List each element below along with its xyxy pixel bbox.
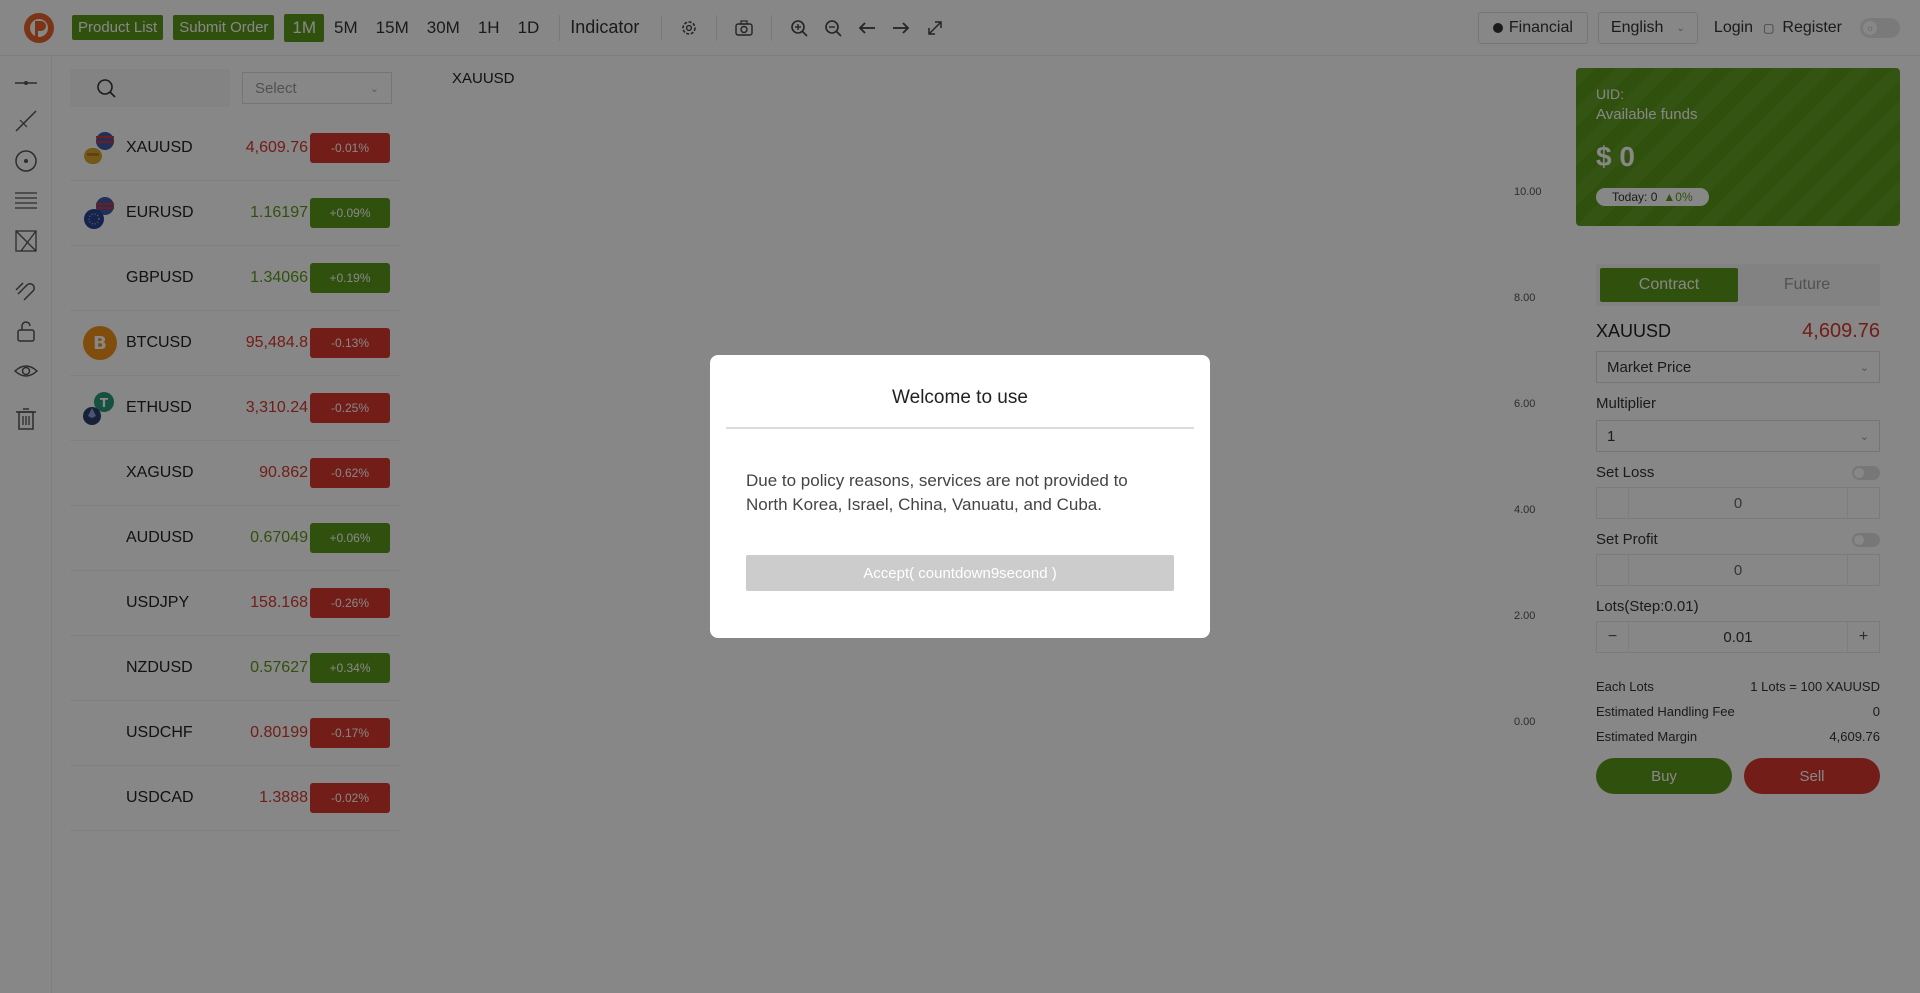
welcome-modal: Welcome to use Due to policy reasons, se…	[710, 355, 1210, 638]
accept-button[interactable]: Accept( countdown9second )	[746, 555, 1174, 591]
modal-body-text: Due to policy reasons, services are not …	[746, 471, 1128, 514]
modal-title: Welcome to use	[726, 355, 1194, 429]
